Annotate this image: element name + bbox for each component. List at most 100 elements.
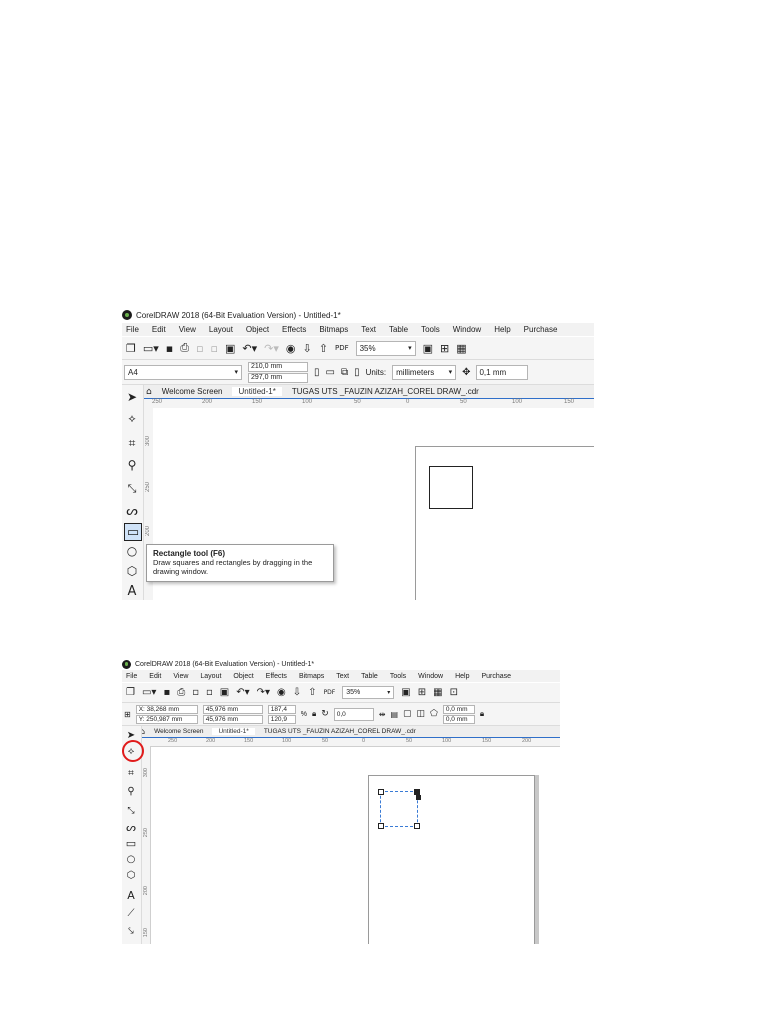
text-tool-icon[interactable]: A (124, 888, 138, 902)
tab-welcome-screen[interactable]: Welcome Screen (148, 728, 209, 735)
print-icon[interactable]: ⎙ (180, 341, 189, 355)
node-handle[interactable] (378, 789, 384, 795)
selected-rectangle[interactable] (380, 791, 418, 827)
redo-icon[interactable]: ↷▾ (257, 687, 270, 698)
grid-icon[interactable]: ▦ (433, 687, 442, 698)
y-position-field[interactable]: Y: 250,987 mm (135, 714, 198, 724)
connector-tool-icon[interactable]: ⤥ (124, 924, 138, 938)
home-icon[interactable]: ⌂ (146, 387, 152, 397)
page-width-field[interactable]: 210,0 mm (248, 361, 308, 372)
menu-edit[interactable]: Edit (149, 673, 161, 680)
save-icon[interactable]: ▪ (166, 342, 173, 355)
nudge-distance-field[interactable]: 0,1 mm (476, 364, 529, 380)
zoom-tool-icon[interactable]: ⚲ (124, 784, 138, 798)
search-content-icon[interactable]: ◉ (277, 687, 286, 698)
polygon-tool-icon[interactable]: ⬡ (124, 563, 140, 579)
tab-welcome-screen[interactable]: Welcome Screen (156, 387, 229, 396)
menu-effects[interactable]: Effects (282, 325, 306, 334)
full-screen-icon[interactable]: ▣ (401, 687, 410, 698)
crop-tool-icon[interactable]: ⌗ (124, 766, 138, 780)
menu-object[interactable]: Object (246, 325, 269, 334)
menu-object[interactable]: Object (233, 673, 253, 680)
snap-to-icon[interactable]: ⊡ (450, 687, 458, 698)
menu-help[interactable]: Help (455, 673, 469, 680)
undo-icon[interactable]: ↶▾ (236, 687, 249, 698)
rectangle-tool-icon[interactable]: ▭ (124, 836, 138, 850)
ellipse-tool-icon[interactable]: ○ (124, 543, 140, 559)
shape-tool-icon[interactable]: ⟡ (124, 411, 140, 427)
copy-icon[interactable]: ▫ (211, 342, 218, 355)
cut-icon[interactable]: ▫ (196, 342, 203, 355)
round-corner-icon[interactable]: ▢ (403, 709, 412, 719)
menu-bitmaps[interactable]: Bitmaps (319, 325, 348, 334)
publish-pdf-icon[interactable]: PDF (324, 689, 336, 696)
save-icon[interactable]: ▪ (163, 687, 170, 698)
rulers-icon[interactable]: ⊞ (418, 687, 426, 698)
menu-file[interactable]: File (126, 673, 137, 680)
menu-view[interactable]: View (173, 673, 188, 680)
menu-view[interactable]: View (179, 325, 196, 334)
polygon-tool-icon[interactable]: ⬡ (124, 868, 138, 882)
rectangle-tool-icon[interactable]: ▭ (124, 523, 142, 541)
portrait-icon[interactable]: ▯ (314, 367, 320, 378)
drawing-window[interactable] (151, 747, 560, 944)
tab-untitled-1[interactable]: Untitled-1* (232, 387, 282, 396)
rotation-angle-field[interactable]: 0,0 (333, 707, 374, 721)
rectangle-shape[interactable] (429, 466, 473, 509)
export-icon[interactable]: ⇧ (308, 687, 316, 698)
tab-tugas-uts[interactable]: TUGAS UTS _FAUZIN AZIZAH_COREL DRAW_.cdr (286, 387, 485, 396)
ellipse-tool-icon[interactable]: ○ (124, 852, 138, 866)
paste-icon[interactable]: ▣ (220, 687, 229, 698)
menu-file[interactable]: File (126, 325, 139, 334)
all-pages-icon[interactable]: ⧉ (341, 367, 348, 378)
menu-help[interactable]: Help (494, 325, 510, 334)
menu-window[interactable]: Window (453, 325, 481, 334)
pick-tool-icon[interactable]: ➤ (124, 389, 140, 405)
mirror-icon[interactable]: ⇹ (379, 710, 386, 719)
full-screen-icon[interactable]: ▣ (423, 342, 433, 355)
menu-purchase[interactable]: Purchase (481, 673, 511, 680)
chamfered-corner-icon[interactable]: ⬠ (430, 709, 438, 719)
menu-purchase[interactable]: Purchase (524, 325, 558, 334)
page-size-select[interactable]: A4 ▾ (124, 364, 242, 380)
menu-text[interactable]: Text (336, 673, 349, 680)
undo-icon[interactable]: ↶▾ (242, 342, 257, 355)
page-height-field[interactable]: 297,0 mm (248, 372, 308, 383)
node-handle[interactable] (378, 823, 384, 829)
menu-layout[interactable]: Layout (200, 673, 221, 680)
crop-tool-icon[interactable]: ⌗ (124, 435, 140, 451)
search-content-icon[interactable]: ◉ (286, 342, 296, 355)
zoom-tool-icon[interactable]: ⚲ (124, 457, 140, 473)
artistic-media-tool-icon[interactable]: ᔕ (124, 503, 140, 519)
lock-ratio-icon[interactable]: 🔒︎ (312, 709, 316, 719)
corner-radius-bottom-field[interactable]: 0,0 mm (442, 714, 475, 724)
menu-bitmaps[interactable]: Bitmaps (299, 673, 324, 680)
current-page-icon[interactable]: ▯ (354, 367, 360, 378)
import-icon[interactable]: ⇩ (303, 342, 312, 355)
grid-icon[interactable]: ▦ (456, 342, 466, 355)
corner-radius-top-field[interactable]: 0,0 mm (442, 704, 475, 714)
zoom-level-select[interactable]: 35% ▾ (342, 686, 395, 699)
freehand-tool-icon[interactable]: ⤡ (124, 804, 138, 818)
menu-effects[interactable]: Effects (266, 673, 287, 680)
x-position-field[interactable]: X: 38,268 mm (135, 704, 198, 714)
export-icon[interactable]: ⇧ (319, 342, 328, 355)
tab-tugas-uts[interactable]: TUGAS UTS _FAUZIN AZIZAH_COREL DRAW_.cdr (258, 728, 422, 735)
zoom-level-select[interactable]: 35% ▾ (355, 340, 416, 356)
artistic-media-tool-icon[interactable]: ᔕ (124, 820, 138, 834)
freehand-tool-icon[interactable]: ⤡ (124, 481, 140, 497)
import-icon[interactable]: ⇩ (293, 687, 301, 698)
landscape-icon[interactable]: ▭ (326, 367, 335, 378)
rulers-icon[interactable]: ⊞ (440, 342, 449, 355)
menu-edit[interactable]: Edit (152, 325, 166, 334)
copy-icon[interactable]: ▫ (206, 687, 213, 698)
cut-icon[interactable]: ▫ (192, 687, 199, 698)
new-document-icon[interactable]: ❐ (126, 342, 136, 355)
lock-corners-icon[interactable]: 🔒︎ (480, 709, 484, 719)
menu-tools[interactable]: Tools (390, 673, 406, 680)
text-tool-icon[interactable]: A (124, 583, 140, 599)
scale-x-field[interactable]: 187,4 (267, 704, 296, 714)
units-select[interactable]: millimeters ▾ (392, 364, 457, 380)
menu-tools[interactable]: Tools (421, 325, 440, 334)
publish-pdf-icon[interactable]: PDF (335, 344, 349, 352)
